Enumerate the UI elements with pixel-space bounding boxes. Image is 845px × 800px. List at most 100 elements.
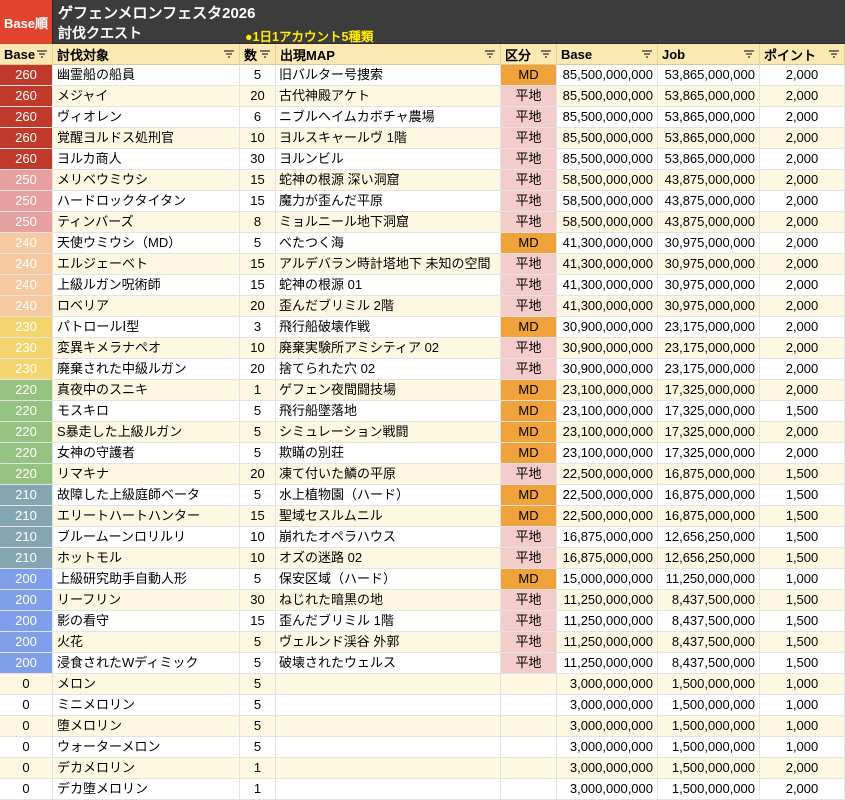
cell-base-exp[interactable]: 11,250,000,000 xyxy=(557,653,658,674)
cell-map[interactable]: 古代神殿アケト xyxy=(276,86,501,107)
cell-target[interactable]: 女神の守護者 xyxy=(53,443,240,464)
cell-count[interactable]: 8 xyxy=(240,212,276,233)
cell-points[interactable]: 2,000 xyxy=(760,443,845,464)
cell-level[interactable]: 210 xyxy=(0,548,53,569)
cell-job-exp[interactable]: 8,437,500,000 xyxy=(658,653,760,674)
cell-count[interactable]: 3 xyxy=(240,317,276,338)
cell-type[interactable]: 平地 xyxy=(501,611,557,632)
cell-job-exp[interactable]: 8,437,500,000 xyxy=(658,611,760,632)
cell-target[interactable]: ロベリア xyxy=(53,296,240,317)
cell-map[interactable]: 欺瞞の別荘 xyxy=(276,443,501,464)
cell-job-exp[interactable]: 30,975,000,000 xyxy=(658,233,760,254)
cell-count[interactable]: 10 xyxy=(240,527,276,548)
cell-points[interactable]: 1,000 xyxy=(760,716,845,737)
cell-count[interactable]: 30 xyxy=(240,149,276,170)
cell-target[interactable]: 故障した上級庭師ベータ xyxy=(53,485,240,506)
cell-count[interactable]: 5 xyxy=(240,401,276,422)
cell-target[interactable]: モスキロ xyxy=(53,401,240,422)
cell-count[interactable]: 10 xyxy=(240,548,276,569)
cell-job-exp[interactable]: 16,875,000,000 xyxy=(658,485,760,506)
cell-base-exp[interactable]: 3,000,000,000 xyxy=(557,716,658,737)
cell-target[interactable]: ヨルカ商人 xyxy=(53,149,240,170)
cell-map[interactable]: シミュレーション戦闘 xyxy=(276,422,501,443)
filter-button-map[interactable] xyxy=(483,47,497,61)
cell-level[interactable]: 240 xyxy=(0,296,53,317)
cell-count[interactable]: 6 xyxy=(240,107,276,128)
cell-type[interactable]: MD xyxy=(501,401,557,422)
column-header-base-level[interactable]: Base xyxy=(0,44,53,65)
cell-target[interactable]: メリベウミウシ xyxy=(53,170,240,191)
cell-target[interactable]: ティンバーズ xyxy=(53,212,240,233)
filter-button-count[interactable] xyxy=(258,47,272,61)
cell-points[interactable]: 2,000 xyxy=(760,86,845,107)
cell-job-exp[interactable]: 23,175,000,000 xyxy=(658,338,760,359)
cell-level[interactable]: 230 xyxy=(0,338,53,359)
cell-type[interactable]: 平地 xyxy=(501,86,557,107)
cell-points[interactable]: 2,000 xyxy=(760,779,845,800)
cell-count[interactable]: 5 xyxy=(240,737,276,758)
cell-points[interactable]: 1,500 xyxy=(760,548,845,569)
cell-map[interactable]: 廃棄実験所アミシティア 02 xyxy=(276,338,501,359)
cell-level[interactable]: 240 xyxy=(0,233,53,254)
cell-count[interactable]: 5 xyxy=(240,716,276,737)
column-header-target[interactable]: 討伐対象 xyxy=(53,44,240,65)
cell-type[interactable] xyxy=(501,695,557,716)
cell-base-exp[interactable]: 22,500,000,000 xyxy=(557,464,658,485)
cell-points[interactable]: 1,000 xyxy=(760,569,845,590)
cell-base-exp[interactable]: 3,000,000,000 xyxy=(557,779,658,800)
cell-level[interactable]: 0 xyxy=(0,758,53,779)
cell-points[interactable]: 1,000 xyxy=(760,695,845,716)
cell-target[interactable]: パトロールⅠ型 xyxy=(53,317,240,338)
cell-base-exp[interactable]: 23,100,000,000 xyxy=(557,422,658,443)
cell-target[interactable]: 浸食されたWディミック xyxy=(53,653,240,674)
cell-points[interactable]: 2,000 xyxy=(760,128,845,149)
sort-order-cell[interactable]: Base順 xyxy=(0,0,53,44)
cell-level[interactable]: 250 xyxy=(0,170,53,191)
cell-base-exp[interactable]: 58,500,000,000 xyxy=(557,212,658,233)
cell-level[interactable]: 0 xyxy=(0,779,53,800)
cell-count[interactable]: 15 xyxy=(240,506,276,527)
cell-base-exp[interactable]: 22,500,000,000 xyxy=(557,506,658,527)
cell-target[interactable]: ミニメロリン xyxy=(53,695,240,716)
cell-count[interactable]: 15 xyxy=(240,611,276,632)
cell-map[interactable]: 崩れたオペラハウス xyxy=(276,527,501,548)
cell-type[interactable]: MD xyxy=(501,380,557,401)
cell-type[interactable] xyxy=(501,758,557,779)
cell-base-exp[interactable]: 3,000,000,000 xyxy=(557,674,658,695)
cell-map[interactable]: 蛇神の根源 深い洞窟 xyxy=(276,170,501,191)
cell-points[interactable]: 1,000 xyxy=(760,674,845,695)
cell-level[interactable]: 0 xyxy=(0,737,53,758)
cell-job-exp[interactable]: 53,865,000,000 xyxy=(658,107,760,128)
cell-base-exp[interactable]: 11,250,000,000 xyxy=(557,590,658,611)
cell-map[interactable]: べたつく海 xyxy=(276,233,501,254)
cell-points[interactable]: 1,500 xyxy=(760,527,845,548)
cell-base-exp[interactable]: 16,875,000,000 xyxy=(557,548,658,569)
cell-level[interactable]: 220 xyxy=(0,443,53,464)
cell-count[interactable]: 5 xyxy=(240,695,276,716)
cell-type[interactable]: 平地 xyxy=(501,653,557,674)
column-header-map[interactable]: 出現MAP xyxy=(276,44,501,65)
cell-base-exp[interactable]: 85,500,000,000 xyxy=(557,65,658,86)
cell-base-exp[interactable]: 3,000,000,000 xyxy=(557,695,658,716)
cell-points[interactable]: 2,000 xyxy=(760,107,845,128)
cell-base-exp[interactable]: 3,000,000,000 xyxy=(557,758,658,779)
cell-type[interactable] xyxy=(501,779,557,800)
cell-level[interactable]: 200 xyxy=(0,569,53,590)
cell-points[interactable]: 1,500 xyxy=(760,401,845,422)
cell-base-exp[interactable]: 23,100,000,000 xyxy=(557,443,658,464)
cell-points[interactable]: 2,000 xyxy=(760,254,845,275)
cell-job-exp[interactable]: 1,500,000,000 xyxy=(658,674,760,695)
cell-map[interactable]: 魔力が歪んだ平原 xyxy=(276,191,501,212)
cell-job-exp[interactable]: 1,500,000,000 xyxy=(658,779,760,800)
cell-target[interactable]: 変異キメラナペオ xyxy=(53,338,240,359)
cell-type[interactable]: 平地 xyxy=(501,212,557,233)
cell-map[interactable]: ねじれた暗黒の地 xyxy=(276,590,501,611)
cell-level[interactable]: 240 xyxy=(0,254,53,275)
cell-points[interactable]: 1,000 xyxy=(760,737,845,758)
cell-map[interactable] xyxy=(276,674,501,695)
cell-type[interactable]: MD xyxy=(501,65,557,86)
cell-job-exp[interactable]: 12,656,250,000 xyxy=(658,527,760,548)
cell-target[interactable]: 上級ルガン呪術師 xyxy=(53,275,240,296)
cell-base-exp[interactable]: 3,000,000,000 xyxy=(557,737,658,758)
cell-count[interactable]: 5 xyxy=(240,653,276,674)
